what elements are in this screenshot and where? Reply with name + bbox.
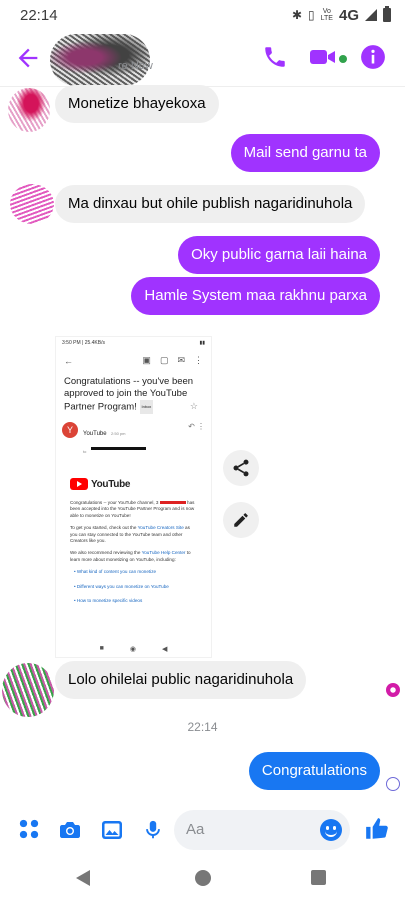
message-bubble[interactable]: Oky public garna laii haina [178,236,380,274]
more-actions-icon[interactable] [18,818,40,840]
image-body-link: YouTube Creators Site [137,525,184,531]
image-list-item: How to monetize specific videos [74,598,197,604]
system-navigation-bar [0,858,405,900]
image-status-time: 3:50 PM | 25.4KB/s [62,340,105,346]
image-nav-bar: ■ ◉ ◀ [56,645,211,653]
message-text: Monetize bhayekoxa [68,95,206,112]
image-body-paragraph: Congratulations -- your YouTube channel,… [70,500,197,519]
active-status-dot [339,55,347,63]
image-back-icon: ← [64,355,73,366]
image-status-icons: ▮▮ [199,340,205,346]
youtube-logo: YouTube [56,462,211,490]
sent-check-icon [386,777,400,791]
message-text: Hamle System maa rakhnu parxa [144,287,367,304]
message-text: Congratulations [261,762,367,779]
emoji-icon[interactable] [320,819,342,841]
share-icon [233,459,249,477]
network-type: 4G [338,6,359,24]
message-text: Mail send garnu ta [243,144,367,161]
back-arrow-icon[interactable] [14,44,42,72]
image-nav-recent-icon: ■ [99,645,104,652]
message-bubble[interactable]: Ma dinxau but ohile publish nagaridinuho… [55,185,366,223]
image-mail-icon: ✉ [177,355,185,365]
sender-avatar[interactable] [2,663,54,717]
redaction-mark [159,501,186,505]
volte-icon: Vo LTE [320,8,333,22]
image-archive-icon: ▣ [142,355,151,365]
conversation-header: re Now [0,30,405,86]
image-body-paragraph: We also recommend reviewing the YouTube … [70,550,197,563]
youtube-wordmark: YouTube [91,478,131,490]
sender-avatar[interactable] [10,184,54,224]
vibrate-icon: ▯ [308,8,315,22]
image-star-icon: ☆ [189,401,198,411]
message-composer: Aa [0,808,405,852]
message-bubble[interactable]: Congratulations [248,752,380,790]
sender-avatar[interactable] [8,88,50,132]
microphone-icon[interactable] [142,818,164,842]
status-time: 22:14 [20,6,58,24]
image-more-icon: ⋮ [194,355,203,365]
phone-call-icon[interactable] [262,44,288,70]
like-thumbs-up-icon[interactable] [364,816,390,842]
system-home-icon[interactable] [195,870,211,886]
shared-image[interactable]: 3:50 PM | 25.4KB/s ▮▮ ← ▣ ▢ ✉ ⋮ Congratu… [55,336,212,658]
status-icons: ✱ ▯ Vo LTE 4G [291,6,391,24]
info-icon[interactable] [360,44,386,70]
image-inbox-tag: Inbox [139,400,154,414]
image-nav-home-icon: ◉ [129,646,136,653]
message-input[interactable]: Aa [174,810,350,850]
message-timestamp: 22:14 [187,720,218,734]
image-body-list: What kind of content you can monetize Di… [70,569,197,604]
message-bubble[interactable]: Monetize bhayekoxa [55,85,219,123]
youtube-play-icon [70,478,88,490]
bluetooth-icon: ✱ [291,8,303,22]
battery-icon [383,6,391,22]
image-sender-time: 2:50 pm [111,431,126,436]
image-reply-icon: ↶ ⋮ [188,422,205,431]
image-body-text: To get you started, check out the [70,525,137,531]
image-body-text: We also recommend reviewing the [70,550,141,556]
system-back-icon[interactable] [76,870,90,886]
image-sender-row: Y YouTube 2:50 pm to ↶ ⋮ [56,414,211,462]
image-subject-text: Congratulations -- you've been approved … [64,376,194,413]
image-sender-name: YouTube [83,431,107,437]
message-bubble[interactable]: Mail send garnu ta [230,134,380,172]
system-recents-icon[interactable] [311,870,326,885]
edit-image-button[interactable] [223,502,259,538]
image-delete-icon: ▢ [159,355,169,365]
gallery-icon[interactable] [100,818,124,842]
image-list-item: Different ways you can monetize on YouTu… [74,584,197,590]
message-text: Ma dinxau but ohile publish nagaridinuho… [68,195,353,212]
contact-status: re Now [118,60,153,72]
image-email-toolbar: ← ▣ ▢ ✉ ⋮ [56,349,211,370]
image-body-paragraph: To get you started, check out the YouTub… [70,525,197,544]
image-status-bar: 3:50 PM | 25.4KB/s ▮▮ [56,337,211,349]
share-button[interactable] [223,450,259,486]
image-sender-to: to [83,449,87,454]
signal-icon [365,9,377,21]
message-text: Oky public garna laii haina [191,246,367,263]
message-bubble[interactable]: Hamle System maa rakhnu parxa [131,277,380,315]
image-nav-back-icon: ◀ [161,646,168,653]
image-list-item: What kind of content you can monetize [74,569,197,575]
camera-icon[interactable] [58,818,82,842]
redaction-mark [90,447,146,451]
image-body-link: YouTube Help Center [141,550,186,556]
image-sender-avatar: Y [62,422,78,438]
message-text: Lolo ohilelai public nagaridinuhola [68,671,294,688]
image-body-text: Congratulations -- your YouTube channel,… [70,500,159,505]
message-bubble[interactable]: Lolo ohilelai public nagaridinuhola [55,661,307,699]
read-receipt-avatar [386,683,400,697]
status-bar: 22:14 ✱ ▯ Vo LTE 4G [0,0,405,30]
message-input-placeholder: Aa [186,821,205,838]
image-email-body: Congratulations -- your YouTube channel,… [56,490,211,604]
pencil-icon [234,513,248,527]
image-toolbar-icons: ▣ ▢ ✉ ⋮ [142,355,203,366]
image-email-subject: Congratulations -- you've been approved … [56,370,206,414]
video-call-icon[interactable] [308,44,338,70]
